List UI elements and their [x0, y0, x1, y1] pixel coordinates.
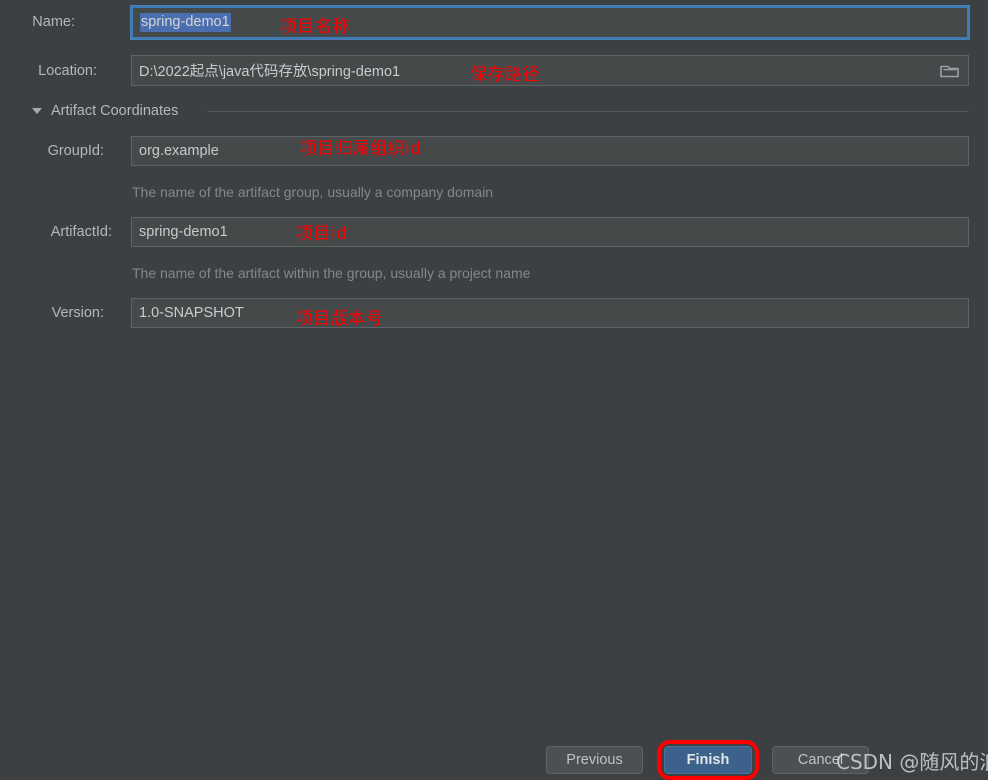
annotation-name: 项目名称: [280, 17, 350, 37]
new-project-dialog: Name: spring-demo1 项目名称 Location: D:\202…: [0, 0, 988, 780]
version-label: Version:: [51, 305, 104, 321]
chevron-down-icon: [32, 108, 42, 114]
artifactid-input[interactable]: spring-demo1: [131, 217, 969, 247]
name-label: Name:: [32, 14, 75, 30]
version-input[interactable]: 1.0-SNAPSHOT: [131, 298, 969, 328]
browse-location-button[interactable]: [932, 56, 968, 85]
name-input[interactable]: spring-demo1: [130, 5, 970, 40]
artifactid-label: ArtifactId:: [50, 224, 112, 240]
location-input-value: D:\2022起点\java代码存放\spring-demo1: [139, 64, 401, 80]
name-input-value: spring-demo1: [140, 13, 231, 32]
version-input-value: 1.0-SNAPSHOT: [139, 305, 244, 321]
annotation-artifactid: 项目id: [296, 224, 348, 244]
location-label: Location:: [38, 63, 97, 79]
folder-icon: [940, 65, 959, 77]
annotation-location: 保存路径: [470, 65, 540, 85]
previous-button[interactable]: Previous: [546, 746, 643, 774]
annotation-groupid: 项目归属组织id: [300, 139, 422, 159]
artifact-coordinates-section-header[interactable]: Artifact Coordinates: [32, 103, 178, 119]
csdn-watermark: CSDN @随风的浪: [836, 750, 988, 774]
location-input[interactable]: D:\2022起点\java代码存放\spring-demo1: [131, 55, 969, 86]
artifactid-hint: The name of the artifact within the grou…: [132, 265, 531, 281]
groupid-label: GroupId:: [47, 143, 104, 159]
finish-button[interactable]: Finish: [664, 746, 752, 774]
artifactid-input-value: spring-demo1: [139, 224, 228, 240]
groupid-input-value: org.example: [139, 143, 219, 159]
section-divider: [207, 111, 969, 112]
groupid-input[interactable]: org.example: [131, 136, 969, 166]
artifact-coordinates-title: Artifact Coordinates: [51, 103, 179, 119]
annotation-version: 项目版本号: [296, 309, 384, 329]
groupid-hint: The name of the artifact group, usually …: [132, 184, 494, 200]
